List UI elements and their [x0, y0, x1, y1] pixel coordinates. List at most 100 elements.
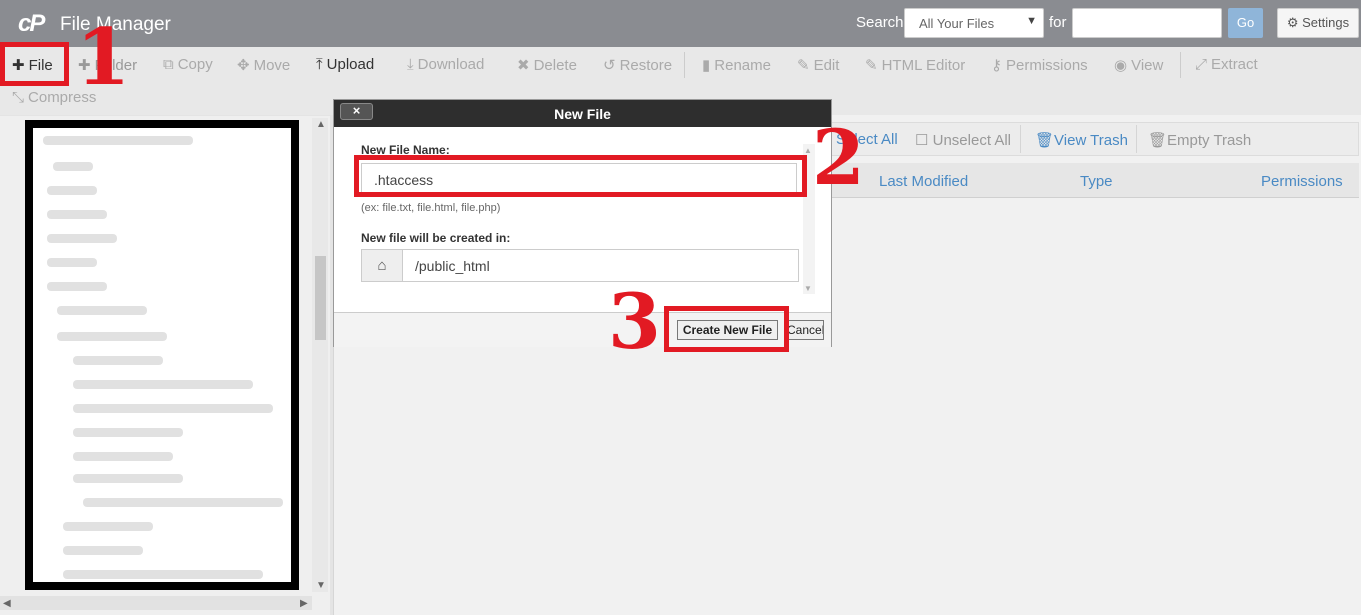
search-scope-value: All Your Files — [919, 16, 995, 31]
blurred-row — [63, 522, 153, 531]
edit-button[interactable]: ✎ Edit — [797, 56, 839, 74]
blurred-row — [73, 380, 253, 389]
blurred-row — [73, 452, 173, 461]
restore-button[interactable]: ↺ Restore — [603, 56, 672, 74]
delete-button[interactable]: ✖ Delete — [517, 56, 577, 74]
list-toolbar-divider — [1136, 125, 1137, 153]
top-header: cP File Manager Search All Your Files ▼ … — [0, 0, 1361, 47]
download-button[interactable]: ⤓ Download — [407, 56, 484, 73]
undo-icon: ↺ — [603, 57, 616, 74]
trash-icon: 🗑 — [1035, 132, 1055, 149]
scroll-up-icon[interactable]: ▲ — [804, 146, 812, 155]
empty-trash-label: Empty Trash — [1167, 132, 1252, 149]
edit-label: Edit — [813, 57, 840, 74]
copy-icon: ⧉ — [163, 56, 174, 73]
blurred-row — [63, 570, 263, 579]
redacted-directory-tree — [25, 120, 299, 590]
delete-label: Delete — [533, 57, 577, 74]
blurred-row — [57, 332, 167, 341]
scroll-up-icon[interactable]: ▲ — [316, 119, 326, 130]
location-label: New file will be created in: — [361, 231, 511, 245]
dialog-titlebar: × New File — [334, 100, 831, 127]
delete-icon: ✖ — [517, 57, 530, 74]
search-scope-select[interactable]: All Your Files ▼ — [904, 8, 1044, 38]
upload-button[interactable]: ⤒ Upload — [316, 56, 374, 73]
move-button[interactable]: ✥ Move — [237, 56, 290, 74]
blurred-row — [47, 234, 117, 243]
column-permissions[interactable]: Permissions — [1261, 173, 1343, 190]
compress-icon: ⤡ — [12, 89, 25, 106]
checkbox-icon: ☐ — [915, 132, 929, 149]
view-trash-label: View Trash — [1054, 132, 1128, 149]
annotation-number-3: 3 — [608, 277, 661, 366]
html-editor-label: HTML Editor — [881, 57, 966, 74]
blurred-row — [47, 210, 107, 219]
restore-label: Restore — [619, 57, 673, 74]
for-label: for — [1049, 14, 1067, 31]
blurred-row — [47, 258, 97, 267]
blurred-row — [43, 136, 193, 145]
trash-icon: 🗑 — [1148, 132, 1168, 149]
extract-label: Extract — [1211, 56, 1258, 73]
toolbar-divider — [684, 52, 685, 78]
go-button[interactable]: Go — [1228, 8, 1263, 38]
blurred-row — [83, 498, 283, 507]
extract-button[interactable]: ⤢ Extract — [1195, 56, 1258, 73]
annotation-box-3 — [664, 306, 789, 352]
tree-vertical-scrollbar[interactable] — [312, 118, 328, 592]
blurred-row — [73, 428, 183, 437]
view-trash-button[interactable]: 🗑View Trash — [1035, 131, 1128, 149]
upload-icon: ⤒ — [316, 56, 323, 73]
blurred-row — [73, 404, 273, 413]
copy-button[interactable]: ⧉ Copy — [163, 56, 213, 73]
unselect-all-label: Unselect All — [932, 132, 1011, 149]
expand-icon: ⤢ — [1195, 56, 1208, 73]
location-value: /public_html — [415, 258, 490, 274]
edit-square-icon: ✎ — [865, 57, 878, 74]
scroll-right-icon[interactable]: ▶ — [300, 598, 308, 609]
scroll-down-icon[interactable]: ▼ — [316, 580, 326, 591]
list-toolbar-divider — [1020, 125, 1021, 153]
tree-horizontal-scrollbar[interactable] — [0, 596, 312, 610]
search-input[interactable] — [1072, 8, 1222, 38]
eye-icon: ◉ — [1114, 57, 1128, 74]
move-icon: ✥ — [237, 57, 250, 74]
tree-scroll-thumb[interactable] — [315, 256, 326, 340]
view-button[interactable]: ◉ View — [1114, 56, 1163, 74]
rename-button[interactable]: ▮ Rename — [702, 56, 771, 74]
pencil-icon: ✎ — [797, 57, 810, 74]
blurred-row — [73, 356, 163, 365]
annotation-number-1: 1 — [76, 12, 131, 103]
html-editor-button[interactable]: ✎ HTML Editor — [865, 56, 965, 74]
empty-trash-button[interactable]: 🗑Empty Trash — [1148, 131, 1251, 149]
unselect-all-button[interactable]: ☐ Unselect All — [915, 131, 1011, 149]
move-label: Move — [253, 57, 291, 74]
copy-label: Copy — [177, 56, 213, 73]
settings-label: Settings — [1302, 15, 1350, 30]
location-field[interactable]: ⌂ /public_html — [361, 249, 799, 282]
blurred-row — [47, 282, 107, 291]
view-label: View — [1131, 57, 1164, 74]
rename-label: Rename — [714, 57, 771, 74]
search-label: Search — [856, 14, 904, 31]
column-type[interactable]: Type — [1080, 173, 1113, 190]
blurred-row — [73, 474, 183, 483]
blurred-row — [47, 186, 97, 195]
permissions-button[interactable]: ⚷ Permissions — [991, 56, 1088, 74]
chevron-down-icon: ▼ — [1026, 15, 1037, 27]
scroll-left-icon[interactable]: ◀ — [3, 598, 11, 609]
blurred-row — [57, 306, 147, 315]
blurred-row — [53, 162, 93, 171]
settings-button[interactable]: ⚙ Settings — [1277, 8, 1359, 38]
permissions-label: Permissions — [1006, 57, 1088, 74]
scroll-down-icon[interactable]: ▼ — [804, 284, 812, 293]
file-name-hint: (ex: file.txt, file.html, file.php) — [361, 202, 501, 214]
dialog-title: New File — [554, 106, 611, 122]
upload-label: Upload — [326, 56, 375, 73]
column-last-modified[interactable]: Last Modified — [879, 173, 968, 190]
toolbar-divider — [1180, 52, 1181, 78]
file-icon: ▮ — [702, 57, 711, 74]
home-icon: ⌂ — [362, 250, 403, 281]
cancel-button[interactable]: Cancel — [786, 320, 824, 340]
download-icon: ⤓ — [407, 56, 414, 73]
